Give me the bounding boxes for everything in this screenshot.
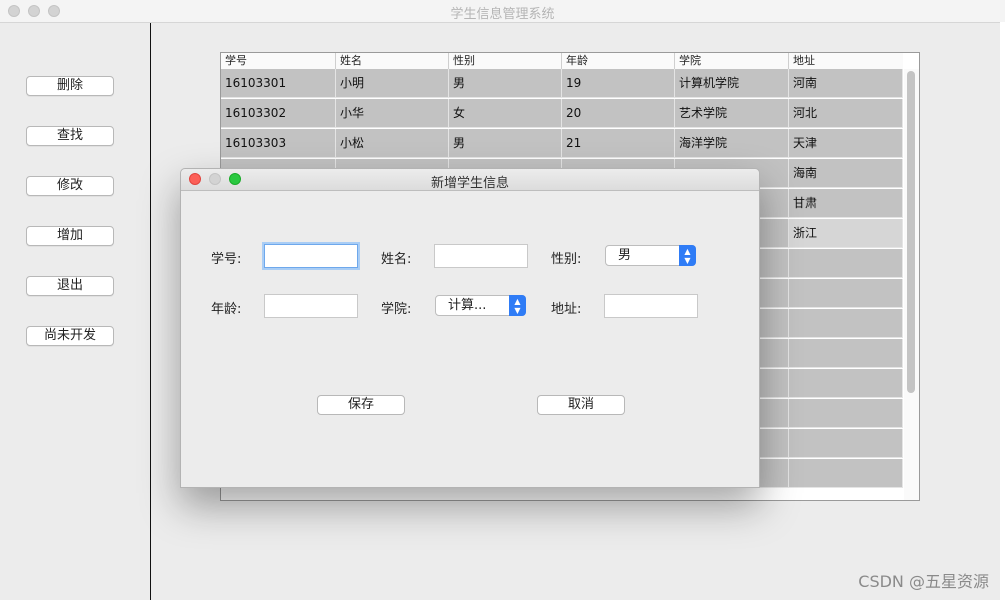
add-student-dialog: 新增学生信息 学号: 姓名: 性别: 男 ▲ ▼ 年龄: 学院: 计算... ▲ ▼…	[180, 168, 760, 488]
find-button[interactable]: 查找	[26, 126, 114, 146]
cell-name[interactable]: 小华	[336, 99, 449, 128]
table-row[interactable]: 16103301 小明男 19 计算机学院 河南	[221, 69, 903, 99]
cell-address[interactable]: 天津	[789, 129, 903, 158]
left-button-panel	[0, 23, 150, 600]
cell-address[interactable]	[789, 339, 903, 368]
student-id-label: 学号:	[211, 252, 242, 267]
cell-gender[interactable]: 女	[449, 99, 562, 128]
cell-address[interactable]	[789, 369, 903, 398]
name-input[interactable]	[434, 244, 528, 268]
not-developed-button[interactable]: 尚未开发	[26, 326, 114, 346]
panel-divider	[150, 23, 151, 600]
cell-address[interactable]	[789, 249, 903, 278]
header-student-id[interactable]: 学号	[221, 53, 336, 69]
cell-address[interactable]: 河北	[789, 99, 903, 128]
gender-select[interactable]: 男 ▲ ▼	[605, 245, 696, 266]
table-row[interactable]: 16103303 小松男 21 海洋学院 天津	[221, 129, 903, 159]
address-label: 地址:	[551, 302, 582, 317]
gender-label: 性别:	[551, 252, 582, 267]
cell-college[interactable]: 艺术学院	[675, 99, 789, 128]
delete-button[interactable]: 删除	[26, 76, 114, 96]
cell-age[interactable]: 21	[562, 129, 675, 158]
cell-college[interactable]: 计算机学院	[675, 69, 789, 98]
header-address[interactable]: 地址	[789, 53, 903, 69]
table-header: 学号 姓名 性别 年龄 学院 地址	[221, 53, 903, 70]
college-select[interactable]: 计算... ▲ ▼	[435, 295, 526, 316]
dialog-title: 新增学生信息	[430, 176, 509, 191]
gender-selected-value: 男	[618, 248, 632, 263]
cell-address[interactable]	[789, 309, 903, 338]
cell-address[interactable]: 河南	[789, 69, 903, 98]
cell-address[interactable]	[789, 459, 903, 488]
exit-button[interactable]: 退出	[26, 276, 114, 296]
save-button[interactable]: 保存	[317, 395, 405, 415]
modify-button[interactable]: 修改	[26, 176, 114, 196]
cell-age[interactable]: 20	[562, 99, 675, 128]
header-name[interactable]: 姓名	[336, 53, 449, 69]
student-id-input[interactable]	[264, 244, 358, 268]
chevron-up-down-icon: ▲ ▼	[509, 295, 526, 316]
cell-student-id[interactable]: 16103302	[221, 99, 336, 128]
table-scrollbar-thumb[interactable]	[907, 71, 915, 393]
cell-address[interactable]: 甘肃	[789, 189, 903, 218]
header-gender[interactable]: 性别	[449, 53, 562, 69]
window-titlebar: 学生信息管理系统	[0, 0, 1005, 23]
cell-name[interactable]: 小明	[336, 69, 449, 98]
cell-gender[interactable]: 男	[449, 129, 562, 158]
college-label: 学院:	[381, 302, 412, 317]
watermark-text: CSDN @五星资源	[858, 572, 989, 591]
cell-student-id[interactable]: 16103303	[221, 129, 336, 158]
window-title: 学生信息管理系统	[450, 7, 555, 22]
cell-age[interactable]: 19	[562, 69, 675, 98]
college-selected-value: 计算...	[448, 298, 487, 313]
add-button[interactable]: 增加	[26, 226, 114, 246]
cell-address[interactable]	[789, 279, 903, 308]
age-label: 年龄:	[211, 302, 242, 317]
cancel-button[interactable]: 取消	[537, 395, 625, 415]
cell-address[interactable]: 浙江	[789, 219, 903, 248]
header-age[interactable]: 年龄	[562, 53, 675, 69]
cell-address[interactable]: 海南	[789, 159, 903, 188]
cell-address[interactable]	[789, 399, 903, 428]
table-row[interactable]: 16103302 小华女 20 艺术学院 河北	[221, 99, 903, 129]
age-input[interactable]	[264, 294, 358, 318]
header-college[interactable]: 学院	[675, 53, 789, 69]
cell-college[interactable]: 海洋学院	[675, 129, 789, 158]
cell-address[interactable]	[789, 429, 903, 458]
cell-name[interactable]: 小松	[336, 129, 449, 158]
address-input[interactable]	[604, 294, 698, 318]
dialog-titlebar: 新增学生信息	[181, 169, 759, 191]
cell-gender[interactable]: 男	[449, 69, 562, 98]
name-label: 姓名:	[381, 252, 412, 267]
chevron-up-down-icon: ▲ ▼	[679, 245, 696, 266]
background-window-edge	[1000, 22, 1005, 600]
cell-student-id[interactable]: 16103301	[221, 69, 336, 98]
